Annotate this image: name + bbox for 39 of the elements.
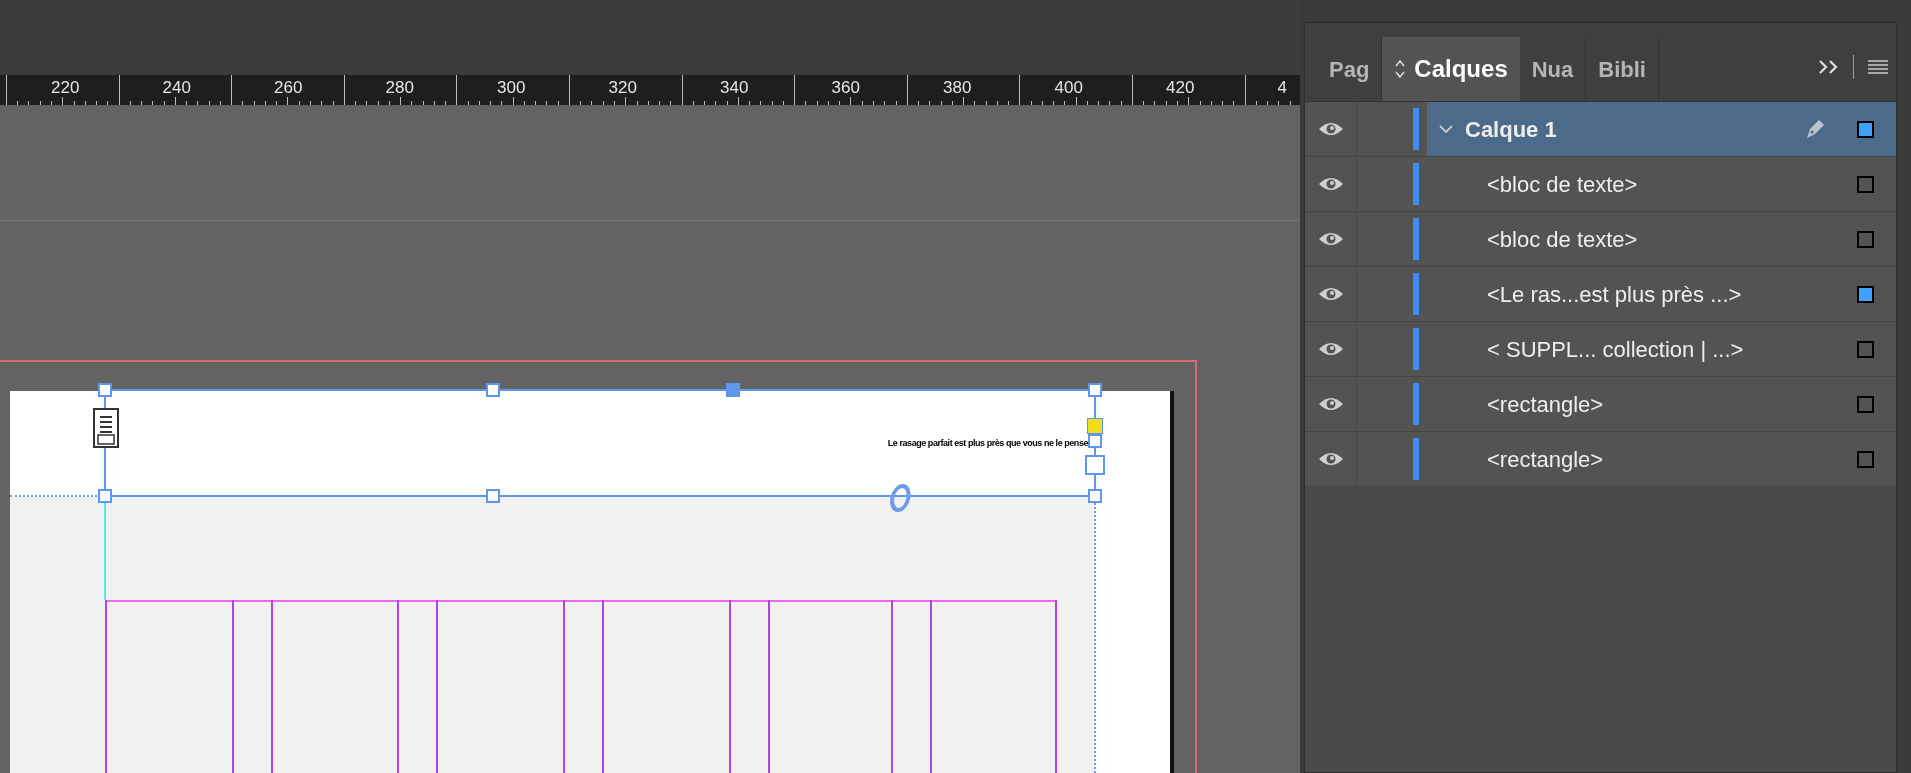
ruler-label: 320 — [608, 79, 637, 96]
text-thread-icon[interactable] — [93, 408, 119, 448]
resize-handle[interactable] — [1088, 434, 1102, 448]
sort-arrows-icon — [1394, 58, 1407, 80]
object-name[interactable]: < SUPPL... collection | ...> — [1487, 332, 1744, 366]
ruler-label: 220 — [51, 79, 80, 96]
resize-handle[interactable] — [98, 489, 112, 503]
ruler-label: 300 — [497, 79, 526, 96]
frame-text: Le rasage parfait est plus près que vous ne le pense — [887, 437, 1088, 450]
ruler-label: 340 — [720, 79, 749, 96]
menu-icon[interactable] — [1866, 59, 1890, 75]
object-name[interactable]: <bloc de texte> — [1487, 167, 1638, 201]
resize-handle[interactable] — [1088, 489, 1102, 503]
chevron-icon[interactable] — [1437, 123, 1455, 135]
ruler-label: 280 — [385, 79, 414, 96]
object-name[interactable]: <bloc de texte> — [1487, 222, 1638, 256]
ruler-label: 380 — [943, 79, 972, 96]
ruler-label: 360 — [831, 79, 860, 96]
ruler-label: 420 — [1166, 79, 1195, 96]
ruler-label: 4 — [1277, 79, 1287, 96]
ruler-label: 260 — [274, 79, 303, 96]
ruler-label: 240 — [162, 79, 191, 96]
object-name[interactable]: <rectangle> — [1487, 387, 1604, 421]
panel-tab[interactable]: Calques — [1382, 37, 1520, 101]
content-grabber-icon[interactable] — [888, 483, 912, 513]
selection-square[interactable] — [1857, 285, 1874, 303]
reference-point-handle[interactable] — [726, 383, 740, 397]
selection-square[interactable] — [1857, 120, 1874, 138]
out-port[interactable] — [1085, 455, 1105, 475]
overset-port[interactable] — [1087, 418, 1103, 434]
object-name[interactable]: <rectangle> — [1487, 442, 1604, 476]
resize-handle[interactable] — [486, 489, 500, 503]
active-layer-highlight[interactable]: Calque 1 — [1427, 102, 1896, 156]
ruler-label: 400 — [1054, 79, 1083, 96]
resize-handle[interactable] — [486, 383, 500, 397]
layer-name[interactable]: Calque 1 — [1465, 112, 1557, 146]
resize-handle[interactable] — [98, 383, 112, 397]
object-name[interactable]: <Le ras...est plus près ...> — [1487, 277, 1742, 311]
resize-handle[interactable] — [1088, 383, 1102, 397]
